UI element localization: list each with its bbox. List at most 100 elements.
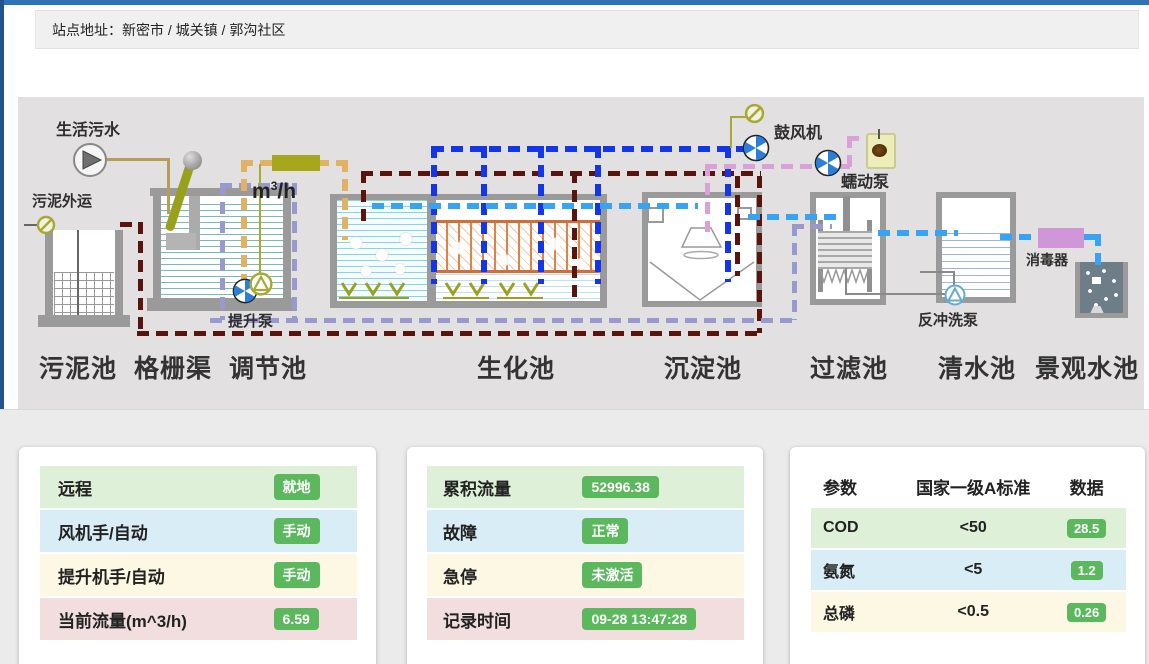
quality-header-row: 参数 国家一级A标准 数据 [811, 466, 1126, 506]
tank-label-filter: 过滤池 [809, 349, 889, 385]
pipe-sludge-return [757, 176, 762, 333]
fan-mode-badge[interactable]: 手动 [274, 518, 320, 544]
tank-label-bio: 生化池 [476, 349, 556, 385]
fault-status-badge: 正常 [582, 518, 628, 544]
bar-screen-sphere [183, 151, 202, 170]
table-row: 远程 就地 [40, 466, 357, 508]
tank-label-landscape: 景观水池 [1031, 349, 1143, 385]
pipe-water [1095, 234, 1101, 266]
row-label: 急停 [427, 563, 582, 588]
pipe-backwash [792, 224, 832, 229]
table-row: 记录时间 09-28 13:47:28 [427, 598, 744, 640]
filter-media [818, 231, 872, 269]
bubbles [342, 225, 424, 285]
sludge-valve-icon [36, 215, 56, 235]
tank-label-sedimentation: 沉淀池 [663, 349, 743, 385]
peristaltic-pump-stem [878, 129, 880, 139]
pipe-feed [342, 160, 348, 240]
remote-mode-badge[interactable]: 就地 [274, 474, 320, 500]
pipe-air [538, 146, 544, 284]
pipe-sludge-return [138, 222, 143, 333]
pipe-feed [241, 160, 247, 284]
process-flow-diagram: 生活污水 污泥外运 提升泵 m3/h 鼓风机 蠕动泵 反冲洗泵 消毒器 污泥池 … [0, 0, 1149, 409]
tank-label-sludge: 污泥池 [38, 349, 118, 385]
blower-valve-line [730, 116, 732, 148]
backwash-pump-label: 反冲洗泵 [918, 309, 978, 330]
tank-label-cleanwater: 清水池 [937, 349, 1017, 385]
status-panel-card: 累积流量 52996.38 故障 正常 急停 未激活 记录时间 09-28 13… [407, 447, 763, 664]
flow-meter [272, 155, 320, 171]
dosing-fan-icon [814, 149, 842, 177]
scada-monitor-page: 站点地址：新密市 / 城关镇 / 郭沟社区 [0, 0, 1149, 664]
total-flow-badge: 52996.38 [582, 476, 658, 498]
pipe-water [748, 214, 838, 220]
pipe-air [431, 146, 437, 284]
blower-fan-icon [742, 134, 770, 162]
pipe-backwash [210, 318, 795, 323]
disinfector-label: 消毒器 [1026, 250, 1068, 270]
pipe-water [878, 230, 958, 236]
current-flow-badge: 6.59 [274, 608, 319, 630]
backwash-plumbing [845, 293, 948, 295]
disinfector-device [1038, 228, 1084, 248]
param-name: COD [811, 519, 899, 537]
param-standard: <0.5 [899, 603, 1047, 621]
lift-mode-badge[interactable]: 手动 [274, 562, 320, 588]
param-standard: <5 [899, 561, 1047, 579]
bar-screen-box [166, 233, 196, 250]
col-header-param: 参数 [811, 474, 899, 499]
table-row: 急停 未激活 [427, 554, 744, 596]
table-row: 氨氮 <5 1.2 [811, 550, 1126, 590]
row-label: 风机手/自动 [40, 519, 274, 544]
pipe-sludge-return [361, 171, 366, 224]
table-row: COD <50 28.5 [811, 508, 1126, 548]
peristaltic-pump-rotor [872, 144, 887, 157]
lift-valve-icon [249, 272, 273, 296]
row-label: 故障 [427, 519, 582, 544]
backwash-plumbing [845, 268, 847, 295]
row-label: 记录时间 [427, 607, 582, 632]
row-label: 远程 [40, 475, 274, 500]
backwash-plumbing [920, 271, 955, 273]
pipe-backwash [220, 183, 225, 320]
table-row: 提升机手/自动 手动 [40, 554, 357, 596]
flow-unit-label: m3/h [252, 179, 296, 204]
pipe-sludge-return [137, 331, 762, 336]
table-row: 故障 正常 [427, 510, 744, 552]
pipe-water [1000, 234, 1038, 240]
table-row: 总磷 <0.5 0.26 [811, 592, 1126, 632]
param-name: 氨氮 [811, 558, 899, 582]
pipe-sludge-return [735, 176, 740, 276]
bubbles [442, 228, 592, 280]
table-row: 累积流量 52996.38 [427, 466, 744, 508]
col-header-data: 数据 [1047, 474, 1126, 499]
row-label: 累积流量 [427, 475, 582, 500]
sedimentation-internals [642, 192, 762, 307]
phosphorus-value-badge: 0.26 [1067, 603, 1106, 622]
param-standard: <50 [899, 519, 1047, 537]
landscape-pool-box [1092, 277, 1101, 284]
sludge-tank-grid [54, 272, 114, 315]
sewage-line [105, 158, 170, 161]
pipe-sludge-return [361, 171, 761, 176]
landscape-pool-bubbles [1080, 265, 1123, 310]
filter-inlet-pipe [843, 196, 850, 234]
diffuser-icons [497, 280, 543, 300]
col-header-standard: 国家一级A标准 [899, 474, 1047, 499]
ammonia-value-badge: 1.2 [1071, 561, 1103, 580]
param-name: 总磷 [811, 600, 899, 624]
peristaltic-pump-label: 蠕动泵 [841, 168, 889, 192]
sludge-pipe [77, 230, 79, 315]
diffuser-icons [339, 280, 409, 300]
record-time-badge: 09-28 13:47:28 [582, 608, 696, 630]
table-row: 风机手/自动 手动 [40, 510, 357, 552]
tank-label-regulating: 调节池 [228, 349, 308, 385]
pipe-sludge-return [572, 171, 577, 299]
pipe-backwash [792, 224, 797, 320]
table-row: 当前流量(m^3/h) 6.59 [40, 598, 357, 640]
pipe-water [372, 203, 698, 209]
pipe-dosing [705, 164, 710, 232]
tank-label-grit: 格栅渠 [133, 349, 213, 385]
water-quality-card: 参数 国家一级A标准 数据 COD <50 28.5 氨氮 <5 1.2 总磷 … [790, 447, 1145, 664]
estop-status-badge: 未激活 [582, 562, 642, 588]
